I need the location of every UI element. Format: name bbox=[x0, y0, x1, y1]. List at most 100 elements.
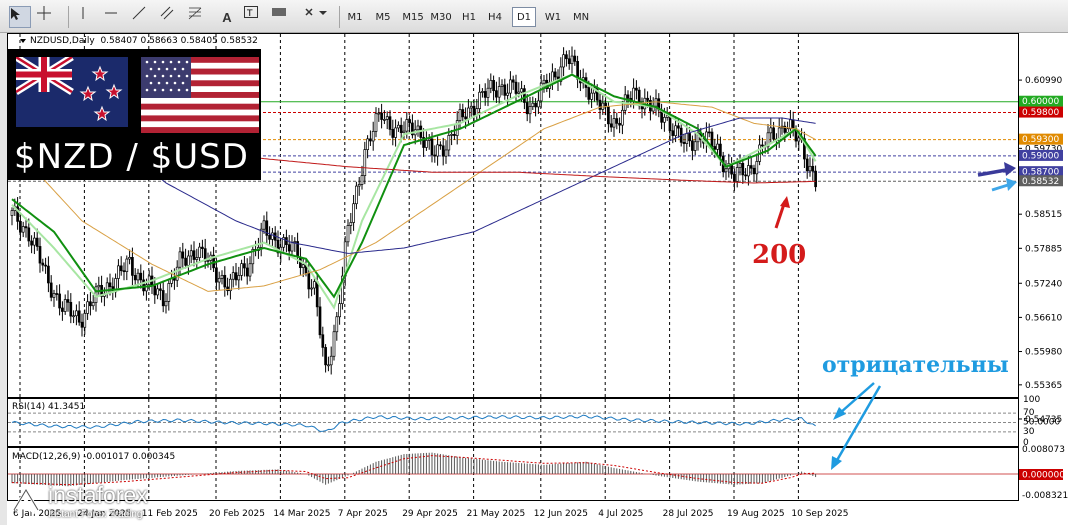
candle-body bbox=[439, 144, 442, 147]
cursor-icon[interactable] bbox=[9, 6, 31, 28]
candle-body bbox=[159, 288, 162, 291]
rsi-tick-label: 30 bbox=[1023, 427, 1035, 437]
timeframe-mn[interactable]: MN bbox=[569, 7, 593, 27]
crosshair-icon[interactable] bbox=[37, 6, 59, 28]
candle-body bbox=[178, 251, 182, 268]
candle-body bbox=[315, 281, 319, 308]
candle-body bbox=[405, 119, 409, 132]
candle-body bbox=[388, 116, 392, 130]
candle-body bbox=[293, 241, 297, 243]
candle-body bbox=[349, 222, 353, 226]
candle-body bbox=[811, 165, 815, 172]
candle-body bbox=[677, 125, 680, 129]
candle-body bbox=[713, 146, 717, 150]
candle-body bbox=[167, 283, 171, 302]
fibonacci-icon[interactable] bbox=[188, 6, 210, 28]
timeframe-w1[interactable]: W1 bbox=[541, 7, 565, 27]
candle-body bbox=[41, 262, 45, 266]
candle-body bbox=[142, 279, 145, 292]
timeframe-d1[interactable]: D1 bbox=[512, 7, 536, 27]
candle-body bbox=[517, 91, 521, 94]
price-axis[interactable]: 0.609900.603600.597300.591450.585150.578… bbox=[1019, 33, 1068, 525]
x-tick-label: 7 Apr 2025 bbox=[338, 509, 388, 519]
instaforex-logo-icon bbox=[12, 487, 40, 515]
candle-body bbox=[747, 165, 750, 177]
candle-body bbox=[654, 98, 658, 107]
timeframe-m5[interactable]: M5 bbox=[372, 7, 394, 27]
timeframe-h4[interactable]: H4 bbox=[484, 7, 506, 27]
rsi-pane[interactable] bbox=[7, 398, 1019, 447]
candle-body bbox=[531, 102, 535, 107]
vertical-line-icon[interactable] bbox=[76, 6, 98, 28]
candle-body bbox=[671, 130, 675, 136]
timeframe-m30[interactable]: M30 bbox=[428, 7, 454, 27]
arrow-shapes-icon[interactable] bbox=[304, 6, 334, 28]
candle-body bbox=[83, 313, 87, 328]
timeframe-m15[interactable]: M15 bbox=[400, 7, 426, 27]
candle-body bbox=[181, 251, 185, 259]
candle-body bbox=[380, 112, 383, 120]
candle-body bbox=[268, 234, 271, 240]
price-level-label: 0.59300 bbox=[1022, 135, 1059, 145]
candle-body bbox=[131, 257, 134, 276]
candle-body bbox=[72, 315, 75, 318]
candle-body bbox=[691, 140, 694, 151]
symbol-dropdown-icon[interactable] bbox=[20, 38, 26, 43]
timeframe-m1[interactable]: M1 bbox=[344, 7, 366, 27]
rsi-title: RSI(14) 41.3451 bbox=[12, 402, 86, 412]
channel-icon[interactable] bbox=[160, 6, 182, 28]
candle-body bbox=[321, 334, 325, 348]
candle-body bbox=[733, 173, 736, 182]
candle-body bbox=[500, 84, 504, 87]
candle-body bbox=[363, 149, 367, 177]
candle-body bbox=[772, 127, 775, 140]
candle-body bbox=[47, 265, 50, 284]
candle-body bbox=[136, 272, 140, 281]
negative-annotation: отрицательны bbox=[822, 352, 1009, 378]
candle-body bbox=[483, 91, 487, 98]
text-label-icon[interactable]: T bbox=[244, 6, 266, 28]
rectangle-icon[interactable] bbox=[272, 6, 294, 28]
candle-body bbox=[741, 162, 745, 176]
candle-body bbox=[805, 158, 809, 172]
candle-body bbox=[80, 321, 84, 328]
candle-body bbox=[469, 105, 473, 109]
y-tick-label: 0.55365 bbox=[1025, 381, 1062, 391]
candle-body bbox=[52, 293, 56, 298]
horizontal-line-icon[interactable] bbox=[104, 6, 126, 28]
candle-body bbox=[338, 303, 341, 318]
candle-body bbox=[161, 290, 165, 307]
x-tick-label: 20 Feb 2025 bbox=[209, 509, 265, 519]
candle-body bbox=[674, 125, 677, 136]
candle-body bbox=[601, 102, 605, 110]
candle-body bbox=[626, 94, 630, 99]
x-tick-label: 4 Jul 2025 bbox=[598, 509, 643, 519]
candle-body bbox=[621, 109, 624, 126]
candle-body bbox=[497, 86, 501, 98]
candle-body bbox=[371, 131, 375, 142]
candle-body bbox=[262, 220, 266, 230]
candle-body bbox=[30, 240, 33, 246]
candle-body bbox=[416, 125, 420, 131]
candle-body bbox=[369, 138, 372, 142]
candle-body bbox=[226, 286, 229, 292]
candle-body bbox=[220, 274, 224, 279]
candle-body bbox=[117, 265, 120, 279]
candle-body bbox=[478, 91, 481, 109]
candle-body bbox=[58, 293, 61, 309]
candle-body bbox=[520, 88, 523, 93]
text-icon[interactable]: A bbox=[216, 6, 238, 28]
candle-body bbox=[542, 79, 546, 84]
candle-body bbox=[374, 113, 378, 132]
candle-body bbox=[24, 226, 28, 229]
y-tick-label: 0.60990 bbox=[1025, 76, 1062, 86]
x-tick-label: 21 May 2025 bbox=[467, 509, 526, 519]
candle-body bbox=[618, 122, 621, 126]
macd-title: MACD(12,26,9) -0.001017 0.000345 bbox=[12, 452, 176, 462]
candle-body bbox=[201, 246, 204, 250]
candle-body bbox=[184, 257, 187, 266]
timeframe-h1[interactable]: H1 bbox=[458, 7, 480, 27]
candle-body bbox=[61, 307, 64, 312]
trendline-icon[interactable] bbox=[132, 6, 154, 28]
candle-body bbox=[105, 282, 109, 295]
